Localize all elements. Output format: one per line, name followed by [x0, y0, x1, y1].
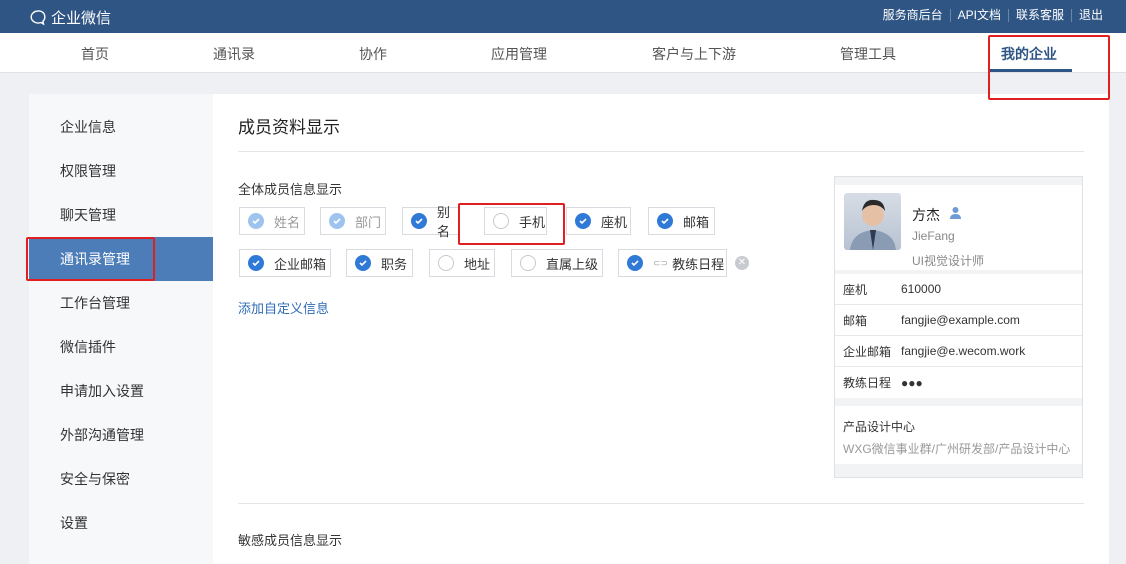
row-label: 座机 [843, 282, 868, 297]
field-checkbox-email[interactable]: 邮箱 [648, 207, 715, 235]
field-checkbox-supervisor[interactable]: 直属上级 [511, 249, 603, 277]
check-icon [575, 213, 591, 229]
check-icon [657, 213, 673, 229]
wecom-logo-icon [30, 9, 46, 25]
row-label: 企业邮箱 [843, 344, 892, 359]
sidebar-item-security[interactable]: 安全与保密 [29, 457, 213, 501]
tab-collaboration[interactable]: 协作 [359, 44, 387, 64]
field-label: 姓名 [274, 214, 301, 230]
row-label: 邮箱 [843, 313, 868, 328]
check-icon [329, 213, 345, 229]
tab-home[interactable]: 首页 [81, 44, 109, 64]
sidebar-item-settings[interactable]: 设置 [29, 501, 213, 545]
tab-app-management[interactable]: 应用管理 [491, 44, 547, 64]
field-checkbox-department: 部门 [320, 207, 386, 235]
field-label: 直属上级 [546, 256, 599, 272]
preview-position: UI视觉设计师 [912, 254, 985, 268]
field-label: 企业邮箱 [274, 256, 327, 272]
sidebar-item-wechat-plugin[interactable]: 微信插件 [29, 325, 213, 369]
preview-row: 企业邮箱 fangjie@e.wecom.work [835, 336, 1082, 367]
row-value: 610000 [901, 282, 942, 296]
page-title: 成员资料显示 [238, 118, 340, 137]
main-nav: 首页 通讯录 协作 应用管理 客户与上下游 管理工具 我的企业 [0, 33, 1126, 73]
sidebar-item-permissions[interactable]: 权限管理 [29, 149, 213, 193]
preview-row: 邮箱 fangjie@example.com [835, 305, 1082, 336]
preview-name: 方杰 [912, 207, 940, 223]
link-logout[interactable]: 退出 [1070, 9, 1110, 22]
remove-field-icon[interactable]: ✕ [735, 256, 749, 270]
logo[interactable]: 企业微信 [29, 7, 111, 28]
sidebar-item-enterprise-info[interactable]: 企业信息 [29, 105, 213, 149]
row-label: 教练日程 [843, 376, 892, 390]
field-checkbox-alias[interactable]: 别名 [402, 205, 460, 239]
preview-row: 座机 610000 [835, 274, 1082, 305]
sidebar-item-workbench[interactable]: 工作台管理 [29, 281, 213, 325]
section-title-all: 全体成员信息显示 [238, 182, 343, 197]
link-icon: ⊂⊃ [653, 257, 669, 268]
check-icon [355, 255, 371, 271]
preview-department: 产品设计中心 [843, 420, 916, 434]
field-label: 别名 [437, 205, 451, 239]
sidebar-item-join-settings[interactable]: 申请加入设置 [29, 369, 213, 413]
divider [238, 503, 1084, 504]
top-bar: 企业微信 服务商后台 API文档 联系客服 退出 [0, 0, 1126, 33]
preview-row: 教练日程 ●●● [835, 367, 1082, 398]
highlight-box [458, 203, 565, 245]
tab-contacts[interactable]: 通讯录 [213, 44, 255, 64]
highlight-box [26, 237, 155, 281]
link-service-provider[interactable]: 服务商后台 [876, 9, 950, 22]
preview-department-path: WXG微信事业群/广州研发部/产品设计中心 [843, 442, 1071, 456]
tab-customers[interactable]: 客户与上下游 [652, 44, 736, 64]
check-icon [248, 255, 264, 271]
tab-management-tools[interactable]: 管理工具 [840, 44, 896, 64]
field-checkbox-phone[interactable]: 座机 [566, 207, 631, 235]
field-label: 职务 [381, 256, 408, 272]
row-value: fangjie@example.com [901, 313, 1020, 327]
field-checkbox-corp-email[interactable]: 企业邮箱 [239, 249, 331, 277]
check-icon [248, 213, 264, 229]
link-contact-support[interactable]: 联系客服 [1007, 9, 1071, 22]
field-label: 教练日程 [672, 256, 725, 272]
profile-preview-card: 方杰 JieFang UI视觉设计师 座机 610000 邮箱 fangjie@ex… [834, 176, 1083, 478]
sidebar-item-chat[interactable]: 聊天管理 [29, 193, 213, 237]
sidebar-item-external[interactable]: 外部沟通管理 [29, 413, 213, 457]
unchecked-circle-icon [438, 255, 454, 271]
field-checkbox-name: 姓名 [239, 207, 305, 235]
row-value: ●●● [901, 375, 923, 390]
field-label: 地址 [464, 256, 491, 272]
section-title-sensitive: 敏感成员信息显示 [238, 533, 343, 548]
preview-english-name: JieFang [912, 229, 955, 243]
field-label: 邮箱 [683, 214, 710, 230]
check-icon [627, 255, 643, 271]
check-icon [411, 213, 427, 229]
user-icon [949, 206, 962, 222]
divider [238, 151, 1084, 152]
add-custom-info-link[interactable]: 添加自定义信息 [238, 298, 329, 317]
unchecked-circle-icon [520, 255, 536, 271]
field-checkbox-address[interactable]: 地址 [429, 249, 495, 277]
highlight-box [988, 35, 1110, 100]
row-value: fangjie@e.wecom.work [901, 344, 1026, 358]
field-label: 部门 [355, 214, 382, 230]
logo-text: 企业微信 [51, 10, 112, 27]
field-checkbox-coach-schedule[interactable]: ⊂⊃ 教练日程 [618, 249, 727, 277]
field-checkbox-title[interactable]: 职务 [346, 249, 413, 277]
avatar [844, 193, 901, 250]
link-api-docs[interactable]: API文档 [949, 9, 1008, 22]
sidebar: 企业信息 权限管理 聊天管理 通讯录管理 工作台管理 微信插件 申请加入设置 外… [29, 94, 213, 564]
field-label: 座机 [601, 214, 628, 230]
